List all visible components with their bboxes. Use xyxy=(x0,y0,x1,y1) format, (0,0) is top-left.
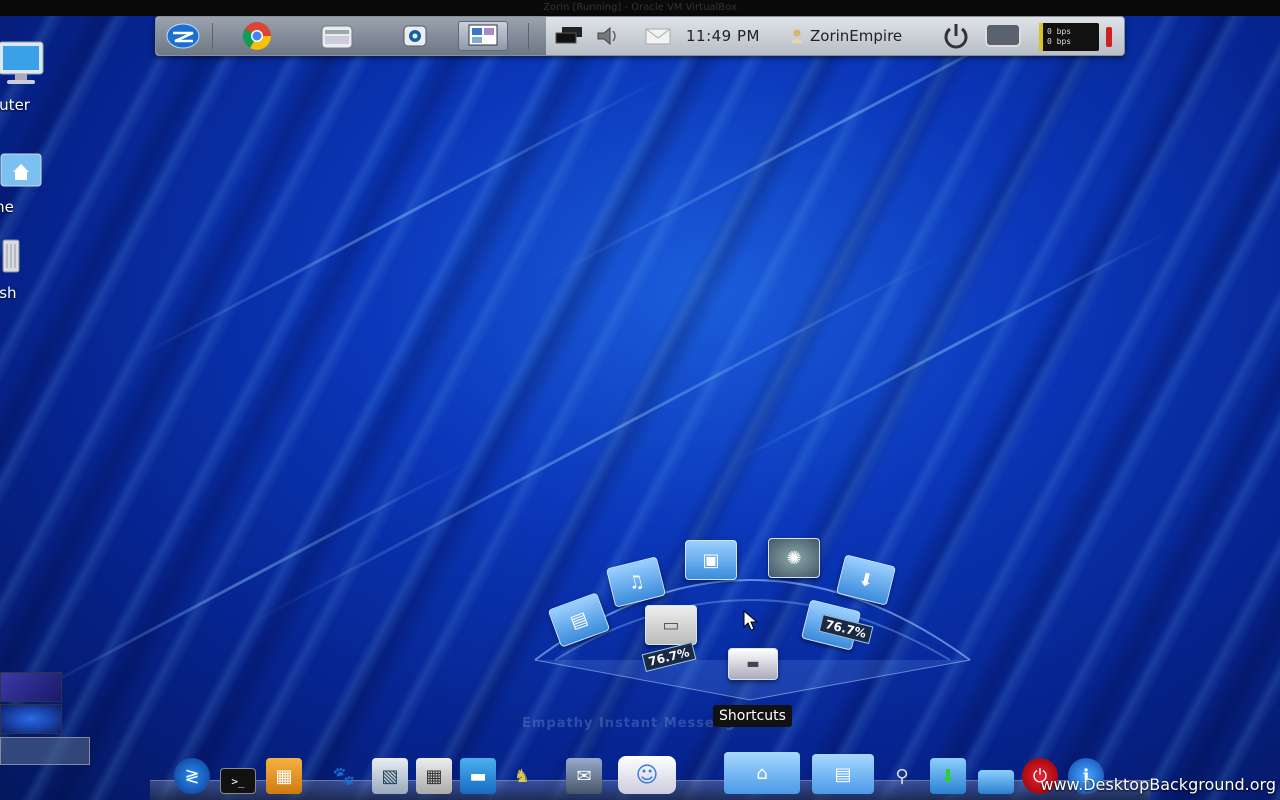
network-icon: ✺ xyxy=(786,547,802,569)
shortcuts-tooltip: Shortcuts xyxy=(713,705,792,727)
network-monitor[interactable]: 0 bps 0 bps xyxy=(1039,23,1099,51)
dock-image-viewer[interactable]: ▧ xyxy=(372,758,408,794)
top-panel: 11:49 PM ZorinEmpire 0 bps 0 bps xyxy=(155,16,1125,56)
calculator-icon: ▦ xyxy=(425,765,443,787)
dock-calculator[interactable]: ▦ xyxy=(416,758,452,794)
panel-separator xyxy=(528,23,529,49)
pictures-icon: ▣ xyxy=(702,549,720,571)
home-folder-icon xyxy=(0,153,42,187)
dock-home-folder[interactable]: ⌂ xyxy=(724,752,800,794)
workspace-indicator[interactable] xyxy=(554,17,584,55)
window-title-bar: Zorin [Running] - Oracle VM VirtualBox xyxy=(0,0,1280,16)
desktop-trash-icon[interactable]: ash xyxy=(0,236,50,302)
wallpaper-streak xyxy=(540,16,1160,284)
search-icon: ⚲ xyxy=(895,765,909,787)
desktop-icon-label: outer xyxy=(0,96,30,114)
user-icon xyxy=(791,29,803,43)
archive-icon: ▦ xyxy=(275,765,293,787)
power-icon xyxy=(944,24,968,49)
download-icon: ⬇ xyxy=(856,567,876,593)
wallpaper-streak xyxy=(28,458,472,697)
desktop-icon-label: me xyxy=(0,198,14,216)
zorin-logo-icon: ≷ xyxy=(184,765,200,787)
documents-icon: ▤ xyxy=(567,607,591,633)
folder-icon: ▬ xyxy=(469,765,487,787)
dock-gimp[interactable]: 🐾 xyxy=(326,758,362,794)
monitor-icon xyxy=(0,41,44,84)
dock-archive[interactable]: ▦ xyxy=(266,758,302,794)
home-icon: ⌂ xyxy=(756,762,768,784)
username: ZorinEmpire xyxy=(810,27,903,45)
dock-search[interactable]: ⚲ xyxy=(884,758,920,794)
terminal-icon: >_ xyxy=(231,774,245,788)
fan-disk-tile[interactable]: ▬ xyxy=(728,648,778,680)
shortcuts-icon: ▤ xyxy=(834,763,852,785)
dock: ≷ >_ ▦ 🐾 ▧ ▦ ▬ ♞ ✉ ☺ ⌂ ▤ ⚲ ⬇ ⏻ ℹ xyxy=(150,752,1150,800)
fan-drive-left-tile[interactable]: ▭ xyxy=(645,605,697,645)
system-monitor-button[interactable] xyxy=(984,17,1022,55)
user-menu[interactable]: ZorinEmpire xyxy=(788,17,902,55)
games-icon: ♞ xyxy=(513,765,531,787)
workspace-switcher[interactable] xyxy=(0,737,90,765)
netmon-bar xyxy=(1039,23,1043,51)
mouse-cursor-icon xyxy=(743,610,759,631)
camera-icon xyxy=(403,25,427,47)
dock-folder-2[interactable] xyxy=(978,770,1014,794)
fan-pictures-tile[interactable]: ▣ xyxy=(685,540,737,580)
clock[interactable]: 11:49 PM xyxy=(686,17,760,55)
power-button[interactable] xyxy=(940,17,972,55)
cpu-indicator xyxy=(1106,27,1112,47)
wallpaper-streak xyxy=(134,75,666,360)
dock-zorin-menu[interactable]: ≷ xyxy=(174,758,210,794)
image-viewer-icon: ▧ xyxy=(381,765,399,787)
desktop-computer-icon[interactable]: outer xyxy=(0,40,50,114)
trash-icon xyxy=(2,239,20,273)
file-manager-launcher[interactable] xyxy=(312,21,362,51)
hard-drive-icon: ▭ xyxy=(662,614,680,636)
chrome-launcher[interactable] xyxy=(232,21,282,51)
camera-launcher[interactable] xyxy=(390,21,440,51)
desktop-icon-label: ash xyxy=(0,284,17,302)
watermark: www.DesktopBackground.org xyxy=(1040,775,1276,794)
display-icon xyxy=(985,23,1021,47)
dock-downloads[interactable]: ⬇ xyxy=(930,758,966,794)
workspace-thumbnail[interactable] xyxy=(0,672,62,702)
volume-button[interactable] xyxy=(596,17,622,55)
dock-empathy[interactable]: ☺ xyxy=(618,756,676,794)
workspace-thumbnail[interactable] xyxy=(0,704,62,734)
dock-shortcuts[interactable]: ▤ xyxy=(812,754,874,794)
dock-games[interactable]: ♞ xyxy=(504,758,540,794)
fan-network-tile[interactable]: ✺ xyxy=(768,538,820,578)
messages-button[interactable] xyxy=(644,17,672,55)
desktop-switcher-icon xyxy=(468,24,498,46)
netmon-up: 0 bps xyxy=(1047,27,1072,36)
music-icon: ♫ xyxy=(625,569,647,595)
desktop-switcher-button[interactable] xyxy=(458,21,508,51)
download-icon: ⬇ xyxy=(940,765,956,787)
envelope-icon xyxy=(645,28,671,45)
chrome-icon xyxy=(243,22,271,50)
zorin-menu-button[interactable] xyxy=(158,21,208,51)
shortcuts-fan: ▤ ♫ ▣ ✺ ⬇ ▭ 76.7% ▭ 76.7% ▬ xyxy=(525,520,975,720)
window-title: Zorin [Running] - Oracle VM VirtualBox xyxy=(543,2,737,13)
zorin-menu-icon xyxy=(166,23,200,49)
disk-icon: ▬ xyxy=(746,656,760,672)
dock-terminal[interactable]: >_ xyxy=(220,768,256,794)
wallpaper-streak xyxy=(728,228,1172,467)
netmon-down: 0 bps xyxy=(1047,37,1072,46)
mail-client-icon: ✉ xyxy=(576,765,592,787)
speaker-icon xyxy=(597,26,616,46)
chat-icon: ☺ xyxy=(635,762,659,788)
dock-folder[interactable]: ▬ xyxy=(460,758,496,794)
desktop-home-icon[interactable]: me xyxy=(0,150,50,216)
file-manager-icon xyxy=(321,25,353,49)
panel-separator xyxy=(212,23,213,49)
dock-mail-client[interactable]: ✉ xyxy=(566,758,602,794)
workspaces-icon xyxy=(555,27,582,44)
gimp-icon: 🐾 xyxy=(332,765,356,787)
